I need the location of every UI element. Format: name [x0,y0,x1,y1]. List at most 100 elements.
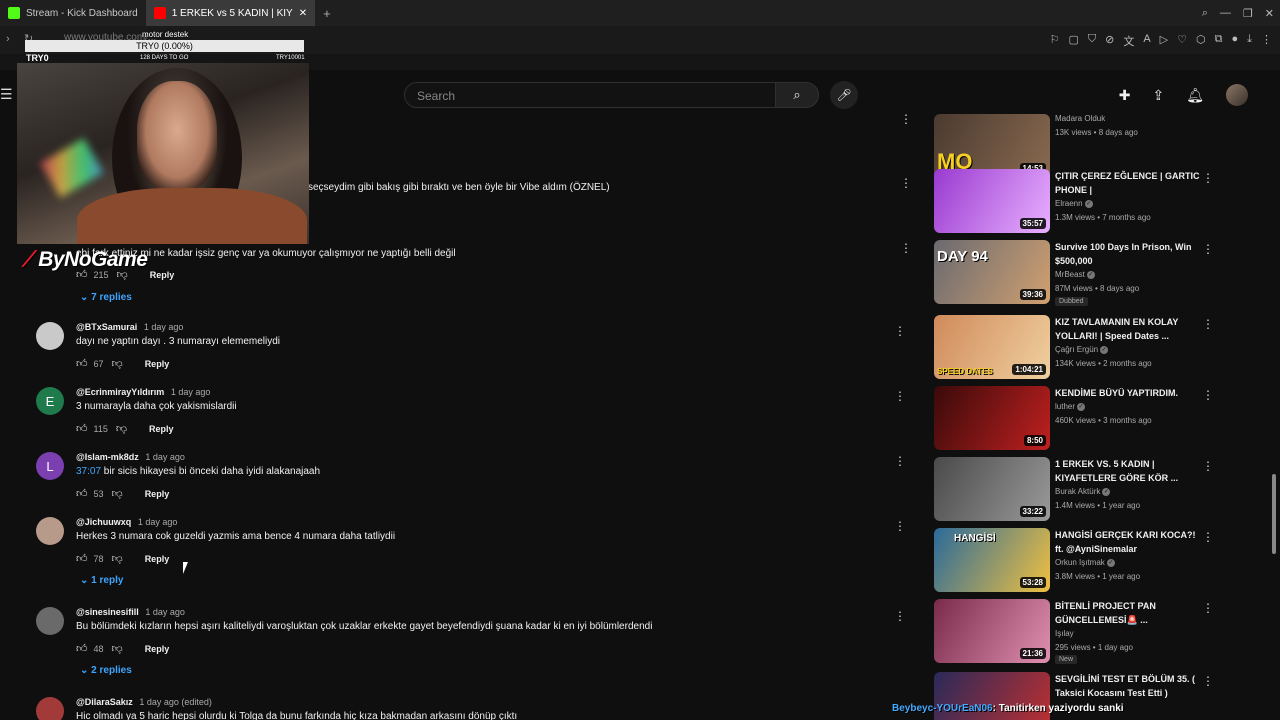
comment-more-icon[interactable]: ⋮ [894,609,906,623]
video-thumbnail[interactable]: 21:36 [934,599,1050,663]
comment-more-icon[interactable]: ⋮ [894,454,906,468]
extensions-icon[interactable]: ⬡ [1196,33,1206,49]
like-icon[interactable]: 👍︎ [76,422,88,435]
create-icon[interactable]: ✚ [1119,87,1131,104]
comment-time[interactable]: 1 day ago [171,387,211,397]
page-scrollbar[interactable] [1272,474,1276,554]
video-card[interactable]: 35:57 ÇITIR ÇEREZ EĞLENCE | GARTIC PHONE… [934,169,1224,233]
avatar[interactable] [36,517,64,545]
reply-button[interactable]: Reply [150,270,175,280]
video-title[interactable]: Survive 100 Days In Prison, Win $500,000 [1055,240,1205,268]
video-card[interactable]: 21:36 BİTENLİ PROJECT PAN GÜNCELLEMESİ🚨 … [934,599,1224,664]
video-title[interactable]: KENDİME BÜYÜ YAPTIRDIM. [1055,386,1205,400]
comment-more-icon[interactable]: ⋮ [900,241,912,255]
view-replies-button[interactable]: ⌄ 2 replies [80,665,132,676]
channel-name[interactable]: Madara Olduk [1055,114,1105,123]
comment-author[interactable]: @Islam-mk8dz [76,452,139,462]
translate-icon[interactable]: 文 [1123,33,1134,49]
video-title[interactable]: SEVGİLİNİ TEST ET BÖLÜM 35. ( Taksici Ko… [1055,672,1205,700]
comment-more-icon[interactable]: ⋮ [894,519,906,533]
voice-search-button[interactable]: 🎤︎ [830,81,858,109]
video-card[interactable]: 8:50 KENDİME BÜYÜ YAPTIRDIM. luther ✓ 460… [934,386,1224,450]
close-tab-icon[interactable]: ✕ [299,8,307,19]
video-card[interactable]: SPEED DATES 1:04:21 KIZ TAVLAMANIN EN KO… [934,315,1224,379]
comment-time[interactable]: 1 day ago [144,322,184,332]
video-more-icon[interactable]: ⋮ [1202,242,1214,256]
shield-icon[interactable]: ⛉ [1088,33,1096,49]
play-icon[interactable]: ▷ [1160,33,1168,49]
tab-kick-dashboard[interactable]: Stream - Kick Dashboard [0,0,146,26]
video-more-icon[interactable]: ⋮ [1202,674,1214,688]
video-card[interactable]: HANGİSİ 53:28 HANGİSİ GERÇEK KARI KOCA?!… [934,528,1224,592]
upload-icon[interactable]: ⇪ [1152,87,1164,104]
reply-button[interactable]: Reply [145,554,170,564]
reply-button[interactable]: Reply [145,644,170,654]
comment-author[interactable]: @Jichuuwxq [76,517,131,527]
video-more-icon[interactable]: ⋮ [1202,171,1214,185]
video-more-icon[interactable]: ⋮ [1202,459,1214,473]
block-icon[interactable]: ⊘ [1105,33,1114,49]
channel-name[interactable]: MrBeast ✓ [1055,270,1095,279]
dislike-icon[interactable]: 👎︎ [116,422,127,435]
menu-icon[interactable]: ☰ [0,86,13,103]
like-icon[interactable]: 👍︎ [76,552,88,565]
avatar[interactable]: L [36,452,64,480]
channel-name[interactable]: Çağrı Ergün ✓ [1055,345,1109,354]
new-tab-button[interactable]: + [315,6,339,21]
bookmark-icon[interactable]: ⚐ [1050,33,1060,49]
video-thumbnail[interactable]: 33:22 [934,457,1050,521]
tab-youtube-video[interactable]: 1 ERKEK vs 5 KADIN | KIY ✕ [145,0,316,26]
channel-name[interactable]: Elraenn ✓ [1055,199,1093,208]
more-icon[interactable]: ⋮ [1261,33,1272,49]
screenshot-icon[interactable]: ▢ [1068,33,1078,49]
search-input[interactable]: Search [404,82,776,108]
close-window-icon[interactable]: ✕ [1265,7,1274,20]
comment-more-icon[interactable]: ⋮ [894,324,906,338]
like-icon[interactable]: 👍︎ [76,357,88,370]
split-icon[interactable]: ⧉ [1215,33,1223,49]
avatar[interactable]: E [36,387,64,415]
like-icon[interactable]: 👍︎ [76,487,88,500]
dislike-icon[interactable]: 👎︎ [112,357,123,370]
video-thumbnail[interactable]: 8:50 [934,386,1050,450]
video-title[interactable]: HANGİSİ GERÇEK KARI KOCA?! ft. @AyniSine… [1055,528,1205,556]
video-thumbnail[interactable]: SPEED DATES 1:04:21 [934,315,1050,379]
view-replies-button[interactable]: ⌄ 7 replies [80,292,132,303]
video-thumbnail[interactable]: HANGİSİ 53:28 [934,528,1050,592]
like-icon[interactable]: 👍︎ [76,642,88,655]
comment-more-icon[interactable]: ⋮ [900,112,912,126]
reply-button[interactable]: Reply [145,489,170,499]
reply-button[interactable]: Reply [149,424,174,434]
forward-icon[interactable]: › [6,33,10,45]
avatar[interactable] [36,607,64,635]
comment-author[interactable]: @EcrinmirayYıldırım [76,387,164,397]
avatar[interactable] [36,322,64,350]
dislike-icon[interactable]: 👎︎ [112,552,123,565]
video-timestamp-link[interactable]: 37:07 [76,466,101,477]
video-thumbnail[interactable]: 35:57 [934,169,1050,233]
comment-time[interactable]: 1 day ago [145,452,185,462]
heart-icon[interactable]: ♡ [1177,33,1187,49]
readaloud-icon[interactable]: A [1143,33,1150,49]
video-card[interactable]: DAY 94 39:36 Survive 100 Days In Prison,… [934,240,1224,306]
video-card[interactable]: 33:22 1 ERKEK VS. 5 KADIN | KIYAFETLERE … [934,457,1224,521]
avatar[interactable] [36,697,64,720]
comment-author[interactable]: @DilaraSakız [76,697,133,707]
video-more-icon[interactable]: ⋮ [1202,601,1214,615]
comment-author[interactable]: @sinesinesifill [76,607,139,617]
video-more-icon[interactable]: ⋮ [1202,388,1214,402]
profile-icon[interactable]: ● [1231,33,1238,49]
video-title[interactable]: BİTENLİ PROJECT PAN GÜNCELLEMESİ🚨 ... [1055,599,1205,627]
channel-name[interactable]: Burak Aktürk ✓ [1055,487,1111,496]
search-tabs-icon[interactable]: ⌕ [1202,7,1208,20]
video-title[interactable]: KIZ TAVLAMANIN EN KOLAY YOLLARI! | Speed… [1055,315,1205,343]
account-avatar[interactable] [1226,84,1248,106]
search-button[interactable]: ⌕ [775,82,819,108]
minimize-icon[interactable]: — [1220,7,1231,19]
comment-time[interactable]: 1 day ago [138,517,178,527]
channel-name[interactable]: Orkun Işıtmak ✓ [1055,558,1115,567]
dislike-icon[interactable]: 👎︎ [112,487,123,500]
view-replies-button[interactable]: ⌄ 1 reply [80,575,123,586]
dislike-icon[interactable]: 👎︎ [112,642,123,655]
video-thumbnail[interactable]: DAY 94 39:36 [934,240,1050,304]
